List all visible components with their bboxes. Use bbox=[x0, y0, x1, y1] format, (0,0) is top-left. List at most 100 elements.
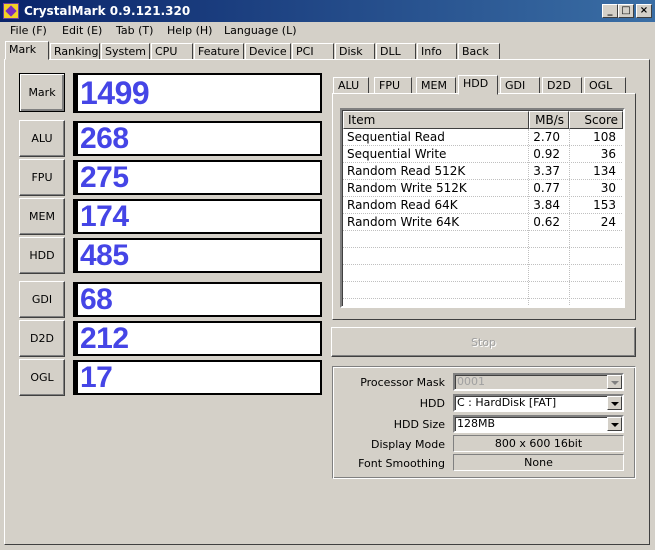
cell-item: Sequential Write bbox=[347, 147, 447, 161]
score-bar bbox=[75, 323, 78, 354]
table-row[interactable]: Sequential Write 0.92 36 bbox=[343, 146, 622, 163]
table-row[interactable]: Random Read 512K 3.37 134 bbox=[343, 163, 622, 180]
cell-mbs: 3.84 bbox=[533, 198, 560, 212]
hdd-results-table[interactable]: Item MB/s Score Sequential Read 2.70 108… bbox=[340, 108, 625, 308]
cell-mbs: 0.77 bbox=[533, 181, 560, 195]
d2d-button[interactable]: D2D bbox=[19, 320, 65, 357]
cell-score: 108 bbox=[593, 130, 616, 144]
cell-mbs: 2.70 bbox=[533, 130, 560, 144]
tab-info[interactable]: Info bbox=[417, 43, 457, 60]
ogl-button[interactable]: OGL bbox=[19, 359, 65, 396]
chevron-down-icon[interactable] bbox=[607, 396, 622, 410]
mark-button[interactable]: Mark bbox=[19, 73, 65, 112]
tab-cpu[interactable]: CPU bbox=[151, 43, 193, 60]
fpu-button[interactable]: FPU bbox=[19, 159, 65, 196]
d2d-score-value: 212 bbox=[80, 321, 129, 355]
tab-back[interactable]: Back bbox=[458, 43, 500, 60]
hdd-select[interactable]: C : HardDisk [FAT] bbox=[453, 394, 624, 412]
mem-button[interactable]: MEM bbox=[19, 198, 65, 235]
cell-score: 153 bbox=[593, 198, 616, 212]
hdd-size-select[interactable]: 128MB bbox=[453, 415, 624, 433]
hdd-size-label: HDD Size bbox=[393, 418, 445, 431]
cell-mbs: 0.62 bbox=[533, 215, 560, 229]
score-bar bbox=[75, 162, 78, 193]
inner-tab-hdd[interactable]: HDD bbox=[458, 75, 498, 95]
title-bar[interactable]: CrystalMark 0.9.121.320 _ □ × bbox=[0, 0, 655, 22]
tab-system[interactable]: System bbox=[101, 43, 150, 60]
mark-score-value: 1499 bbox=[80, 74, 150, 111]
chevron-down-icon bbox=[607, 375, 622, 389]
menu-language[interactable]: Language (L) bbox=[224, 24, 297, 37]
mem-score-value: 174 bbox=[80, 199, 129, 233]
inner-tab-ogl[interactable]: OGL bbox=[584, 77, 626, 94]
mem-score-box: 174 bbox=[73, 199, 322, 234]
inner-tab-gdi[interactable]: GDI bbox=[500, 77, 540, 94]
table-row[interactable]: Random Write 512K 0.77 30 bbox=[343, 180, 622, 197]
column-header-item[interactable]: Item bbox=[343, 111, 529, 129]
cell-item: Random Read 512K bbox=[347, 164, 466, 178]
tab-ranking[interactable]: Ranking bbox=[50, 43, 100, 60]
inner-tab-alu[interactable]: ALU bbox=[333, 77, 369, 94]
empty-row bbox=[343, 282, 622, 299]
score-bar bbox=[75, 201, 78, 232]
app-icon[interactable] bbox=[3, 3, 19, 19]
tab-mark[interactable]: Mark bbox=[5, 41, 49, 60]
score-bar bbox=[75, 284, 78, 315]
menu-edit[interactable]: Edit (E) bbox=[62, 24, 102, 37]
ogl-score-box: 17 bbox=[73, 360, 322, 395]
hdd-size-value: 128MB bbox=[457, 417, 496, 430]
empty-row bbox=[343, 265, 622, 282]
chevron-down-icon[interactable] bbox=[607, 417, 622, 431]
fpu-score-value: 275 bbox=[80, 160, 129, 194]
maximize-button[interactable]: □ bbox=[618, 4, 634, 18]
column-header-mbs[interactable]: MB/s bbox=[529, 111, 569, 129]
processor-mask-select: 0001 bbox=[453, 373, 624, 391]
table-row[interactable]: Random Write 64K 0.62 24 bbox=[343, 214, 622, 231]
tab-disk[interactable]: Disk bbox=[335, 43, 375, 60]
score-bar bbox=[75, 75, 78, 111]
cell-score: 24 bbox=[600, 215, 616, 229]
table-row[interactable]: Random Read 64K 3.84 153 bbox=[343, 197, 622, 214]
empty-row bbox=[343, 248, 622, 265]
tab-dll[interactable]: DLL bbox=[376, 43, 416, 60]
processor-mask-label: Processor Mask bbox=[360, 376, 445, 389]
alu-button[interactable]: ALU bbox=[19, 120, 65, 157]
menu-bar: File (F) Edit (E) Tab (T) Help (H) Langu… bbox=[0, 22, 655, 40]
font-smoothing-value: None bbox=[453, 454, 624, 471]
tab-device[interactable]: Device bbox=[245, 43, 291, 60]
gdi-score-box: 68 bbox=[73, 282, 322, 317]
column-header-score[interactable]: Score bbox=[569, 111, 623, 129]
gdi-button[interactable]: GDI bbox=[19, 281, 65, 318]
cell-item: Sequential Read bbox=[347, 130, 445, 144]
hdd-label: HDD bbox=[419, 397, 445, 410]
score-bar bbox=[75, 240, 78, 271]
cell-score: 134 bbox=[593, 164, 616, 178]
menu-help[interactable]: Help (H) bbox=[167, 24, 212, 37]
gdi-score-value: 68 bbox=[80, 282, 113, 316]
font-smoothing-label: Font Smoothing bbox=[358, 457, 445, 470]
close-button[interactable]: × bbox=[636, 4, 652, 18]
hdd-button[interactable]: HDD bbox=[19, 237, 65, 274]
inner-tab-mem[interactable]: MEM bbox=[416, 77, 456, 94]
inner-tab-d2d[interactable]: D2D bbox=[542, 77, 582, 94]
display-mode-value: 800 x 600 16bit bbox=[453, 435, 624, 452]
fpu-score-box: 275 bbox=[73, 160, 322, 195]
display-mode-label: Display Mode bbox=[370, 438, 445, 451]
menu-file[interactable]: File (F) bbox=[10, 24, 47, 37]
tab-pci[interactable]: PCI bbox=[292, 43, 334, 60]
hdd-select-value: C : HardDisk [FAT] bbox=[457, 396, 557, 409]
ogl-score-value: 17 bbox=[80, 360, 113, 394]
table-row[interactable]: Sequential Read 2.70 108 bbox=[343, 129, 622, 146]
score-bar bbox=[75, 362, 78, 393]
menu-tab[interactable]: Tab (T) bbox=[116, 24, 153, 37]
window-title: CrystalMark 0.9.121.320 bbox=[24, 4, 191, 18]
inner-tab-fpu[interactable]: FPU bbox=[374, 77, 412, 94]
processor-mask-value: 0001 bbox=[457, 375, 485, 388]
cell-item: Random Write 512K bbox=[347, 181, 467, 195]
minimize-button[interactable]: _ bbox=[602, 4, 618, 18]
cell-item: Random Read 64K bbox=[347, 198, 458, 212]
cell-mbs: 0.92 bbox=[533, 147, 560, 161]
tab-feature[interactable]: Feature bbox=[194, 43, 244, 60]
alu-score-value: 268 bbox=[80, 121, 129, 155]
stop-button[interactable]: Stop bbox=[331, 327, 636, 357]
